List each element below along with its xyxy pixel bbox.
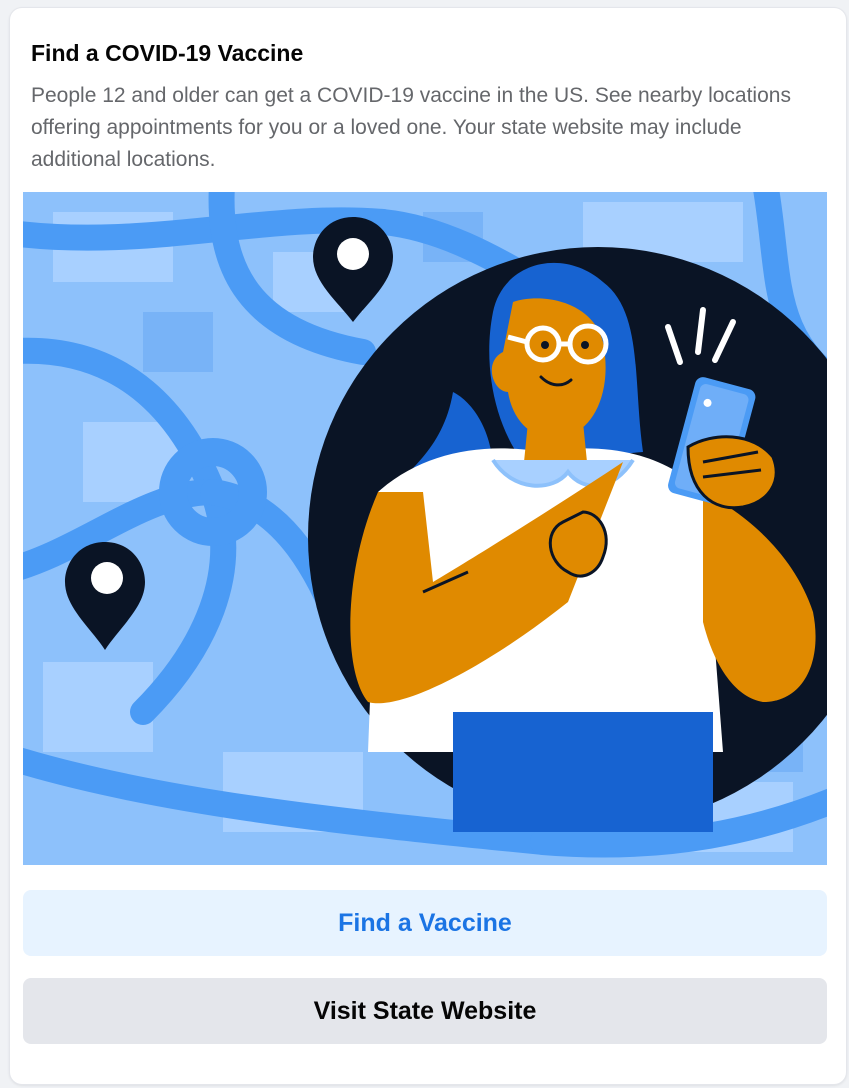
vaccine-illustration <box>23 192 827 865</box>
visit-state-website-button[interactable]: Visit State Website <box>23 978 827 1044</box>
vaccine-finder-card: Find a COVID-19 Vaccine People 12 and ol… <box>10 8 846 1084</box>
card-description: People 12 and older can get a COVID-19 v… <box>31 84 791 171</box>
find-a-vaccine-button[interactable]: Find a Vaccine <box>23 890 827 956</box>
card-title: Find a COVID-19 Vaccine <box>31 40 304 66</box>
